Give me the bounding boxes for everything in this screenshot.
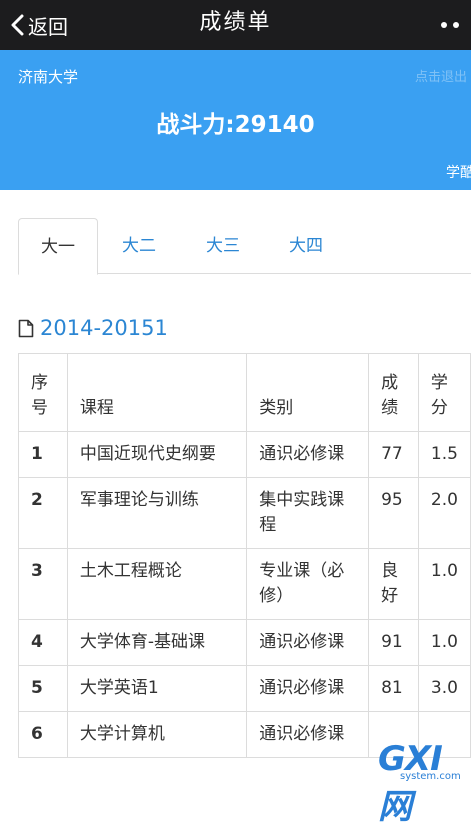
profile-banner: 济南大学 点击退出 战斗力:29140 学酷 — [0, 50, 471, 190]
cell-score: 91 — [368, 619, 419, 666]
table-row: 2 军事理论与训练 集中实践课程 95 2.0 — [18, 477, 471, 549]
document-icon — [18, 319, 34, 337]
column-header-score: 成绩 — [368, 353, 419, 432]
cell-course: 大学计算机 — [66, 711, 248, 758]
cell-credit: 1.0 — [417, 548, 471, 620]
cell-score: 良好 — [368, 548, 419, 620]
tab-year-1[interactable]: 大一 — [18, 218, 98, 275]
more-dot-icon — [441, 22, 447, 28]
cell-no: 1 — [18, 431, 68, 478]
column-header-no: 序号 — [18, 353, 68, 432]
cell-category: 通识必修课 — [246, 711, 370, 758]
cell-category: 通识必修课 — [246, 665, 370, 712]
combat-power-score: 战斗力:29140 — [156, 112, 315, 138]
tab-year-4[interactable]: 大四 — [271, 218, 341, 274]
column-header-category: 类别 — [246, 353, 370, 432]
term-heading: 2014-20151 — [18, 314, 168, 342]
cell-score: 81 — [368, 665, 419, 712]
more-dot-icon — [453, 22, 459, 28]
cell-category: 通识必修课 — [246, 431, 370, 478]
tab-year-2[interactable]: 大二 — [104, 218, 174, 274]
column-header-course: 课程 — [66, 353, 248, 432]
cell-category: 集中实践课程 — [246, 477, 370, 549]
cell-course: 中国近现代史纲要 — [66, 431, 248, 478]
table-row: 1 中国近现代史纲要 通识必修课 77 1.5 — [18, 431, 471, 478]
more-menu-button[interactable] — [441, 0, 471, 50]
cell-no: 6 — [18, 711, 68, 758]
cell-course: 土木工程概论 — [66, 548, 248, 620]
grades-table: 序号 课程 类别 成绩 学分 1 中国近现代史纲要 通识必修课 77 1.5 2… — [18, 353, 471, 758]
tab-year-3[interactable]: 大三 — [188, 218, 258, 274]
cell-credit: 2.0 — [417, 477, 471, 549]
cell-score: 95 — [368, 477, 419, 549]
navigation-bar: 返回 成绩单 — [0, 0, 471, 50]
term-label: 2014-20151 — [40, 316, 168, 340]
watermark-site: system.com — [400, 771, 461, 782]
table-row: 5 大学英语1 通识必修课 81 3.0 — [18, 665, 471, 712]
cell-no: 5 — [18, 665, 68, 712]
banner-faded-link[interactable]: 点击退出 — [415, 66, 467, 85]
cell-credit: 1.5 — [417, 431, 471, 478]
site-watermark: GXI网 system.com — [376, 739, 471, 827]
banner-tag: 学酷 — [446, 165, 471, 181]
cell-no: 4 — [18, 619, 68, 666]
cell-no: 3 — [18, 548, 68, 620]
cell-course: 军事理论与训练 — [66, 477, 248, 549]
school-name: 济南大学 — [18, 68, 79, 86]
table-row: 4 大学体育-基础课 通识必修课 91 1.0 — [18, 619, 471, 666]
column-header-credit: 学分 — [417, 353, 471, 432]
cell-no: 2 — [18, 477, 68, 549]
page-title: 成绩单 — [199, 10, 272, 35]
table-row: 3 土木工程概论 专业课（必修） 良好 1.0 — [18, 548, 471, 620]
cell-course: 大学英语1 — [66, 665, 248, 712]
cell-credit: 1.0 — [417, 619, 471, 666]
cell-category: 专业课（必修） — [246, 548, 370, 620]
year-tabs: 大一 大二 大三 大四 — [18, 218, 471, 275]
cell-category: 通识必修课 — [246, 619, 370, 666]
cell-score: 77 — [368, 431, 419, 478]
table-header-row: 序号 课程 类别 成绩 学分 — [18, 353, 471, 432]
cell-course: 大学体育-基础课 — [66, 619, 248, 666]
cell-credit: 3.0 — [417, 665, 471, 712]
watermark-brand: GXI网 — [378, 739, 443, 827]
